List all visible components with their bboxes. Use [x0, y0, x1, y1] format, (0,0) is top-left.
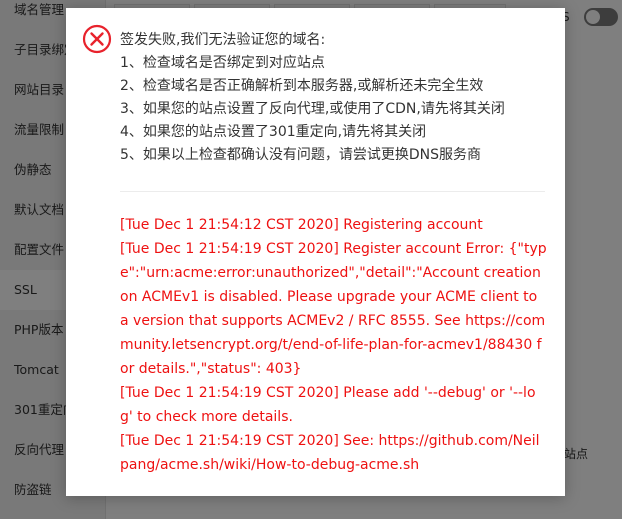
dialog-divider [120, 191, 545, 192]
error-log: [Tue Dec 1 21:54:12 CST 2020] Registerin… [120, 213, 548, 477]
error-icon [82, 24, 112, 54]
failure-reasons: 签发失败,我们无法验证您的域名: 1、检查域名是否绑定到对应站点 2、检查域名是… [120, 28, 545, 167]
reason-item: 1、检查域名是否绑定到对应站点 [120, 55, 325, 71]
reason-item: 5、如果以上检查都确认没有问题，请尝试更换DNS服务商 [120, 147, 482, 163]
log-entry: [Tue Dec 1 21:54:19 CST 2020] Register a… [120, 241, 547, 377]
reason-item: 3、如果您的站点设置了反向代理,或使用了CDN,请先将其关闭 [120, 101, 505, 117]
ssl-error-dialog: 签发失败,我们无法验证您的域名: 1、检查域名是否绑定到对应站点 2、检查域名是… [66, 8, 565, 496]
reason-item: 2、检查域名是否正确解析到本服务器,或解析还未完全生效 [120, 78, 484, 94]
log-entry: [Tue Dec 1 21:54:12 CST 2020] Registerin… [120, 217, 483, 233]
dialog-title: 签发失败,我们无法验证您的域名: [120, 32, 326, 48]
log-entry: [Tue Dec 1 21:54:19 CST 2020] Please add… [120, 385, 536, 425]
log-entry: [Tue Dec 1 21:54:19 CST 2020] See: https… [120, 433, 540, 473]
reason-item: 4、如果您的站点设置了301重定向,请先将其关闭 [120, 124, 427, 140]
